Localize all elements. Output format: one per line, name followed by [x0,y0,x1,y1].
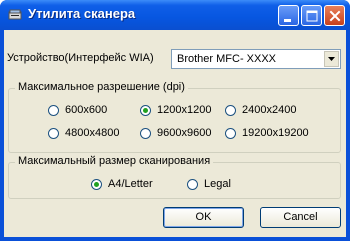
radio-label: 600x600 [65,104,108,116]
close-button[interactable] [324,5,345,26]
scan-size-group-title: Максимальный размер сканирования [15,155,214,167]
minimize-icon [284,19,291,22]
minimize-button[interactable] [278,5,299,26]
dropdown-button[interactable] [324,51,339,67]
scanner-utility-window: Утилита сканера Устройство(Интерфейс WIA… [0,0,350,241]
radio-label: 4800x4800 [65,127,120,139]
dialog-body: Устройство(Интерфейс WIA) Brother MFC- X… [4,30,346,237]
window-title: Утилита сканера [28,6,136,21]
radio-circle-selected [91,179,102,190]
radio-circle [140,128,151,139]
scan-size-group: Максимальный размер сканирования A4/Lett… [8,155,341,199]
device-dropdown[interactable]: Brother MFC- XXXX [171,49,341,69]
radio-circle [187,179,198,190]
resolution-group-title: Максимальное разрешение (dpi) [15,81,188,93]
radio-circle [48,105,59,116]
maximize-icon [306,10,318,22]
scanner-icon [8,9,22,20]
radio-circle-selected [140,105,151,116]
cancel-button[interactable]: Cancel [260,207,341,228]
radio-label: 1200x1200 [157,104,212,116]
radio-label: 2400x2400 [242,104,297,116]
device-value: Brother MFC- XXXX [177,53,277,65]
resolution-group: Максимальное разрешение (dpi) 600x600 12… [8,81,341,153]
radio-label: 9600x9600 [157,127,212,139]
close-icon [329,10,341,22]
maximize-button[interactable] [301,5,322,26]
device-label: Устройство(Интерфейс WIA) [7,52,154,64]
ok-button[interactable]: OK [163,207,244,228]
radio-label: Legal [204,178,231,190]
radio-label: A4/Letter [108,178,153,190]
radio-label: 19200x19200 [242,127,309,139]
radio-circle [225,128,236,139]
title-bar[interactable]: Утилита сканера [0,0,350,30]
radio-circle [225,105,236,116]
chevron-down-icon [328,57,335,61]
radio-circle [48,128,59,139]
